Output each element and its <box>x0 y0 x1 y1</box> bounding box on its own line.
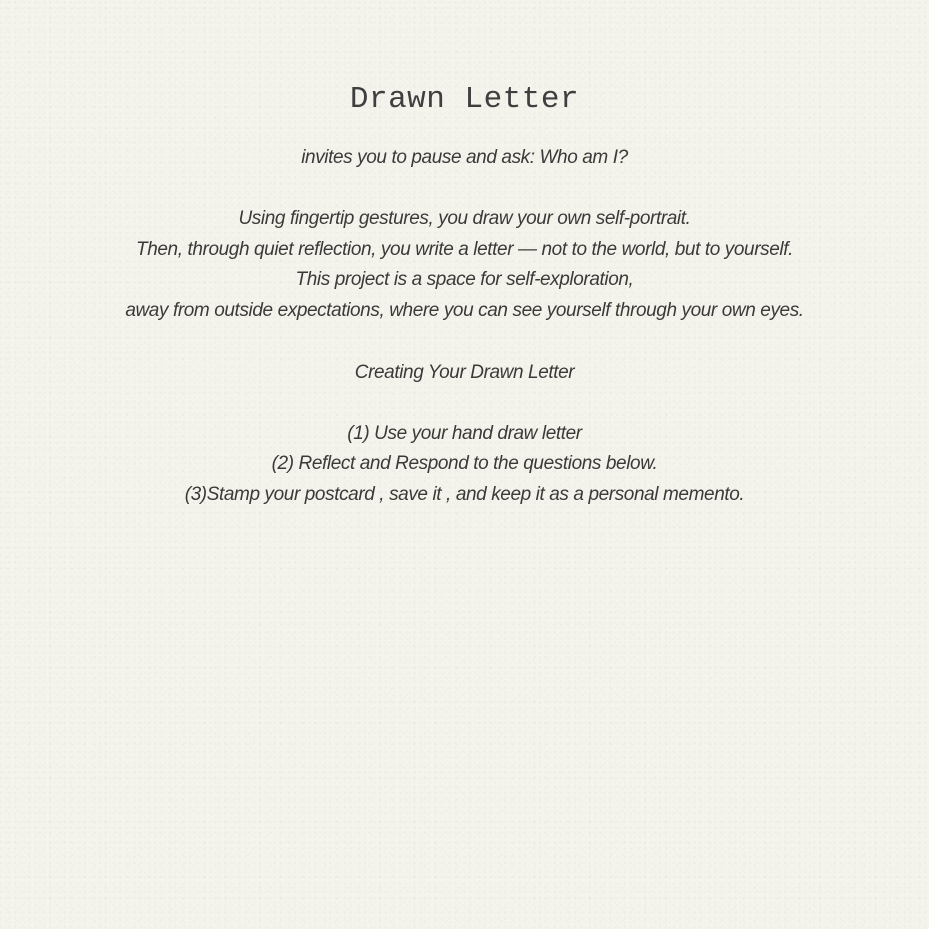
intro-line: away from outside expectations, where yo… <box>125 300 804 322</box>
intro-paragraph: Using fingertip gestures, you draw your … <box>0 204 929 327</box>
step-item: (2) Reflect and Respond to the questions… <box>271 453 658 475</box>
step-item: (3)Stamp your postcard , save it , and k… <box>184 483 745 505</box>
intro-line: This project is a space for self-explora… <box>295 269 634 291</box>
intro-line: Then, through quiet reflection, you writ… <box>136 238 793 260</box>
subtitle: invites you to pause and ask: Who am I? <box>301 147 628 168</box>
steps-list: (1) Use your hand draw letter (2) Reflec… <box>0 419 929 511</box>
section-title: Creating Your Drawn Letter <box>354 361 575 383</box>
step-item: (1) Use your hand draw letter <box>347 422 582 444</box>
page-title: Drawn Letter <box>349 82 580 117</box>
intro-content: Drawn Letter invites you to pause and as… <box>0 80 929 510</box>
intro-line: Using fingertip gestures, you draw your … <box>238 208 691 229</box>
